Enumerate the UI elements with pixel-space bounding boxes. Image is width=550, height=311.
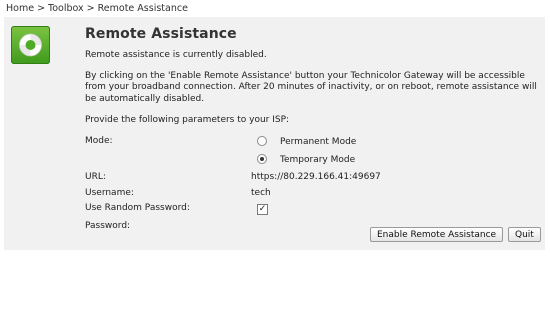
permanent-mode-label: Permanent Mode [280, 136, 357, 147]
url-label: URL: [85, 172, 106, 182]
page-title: Remote Assistance [85, 26, 237, 42]
random-password-label: Use Random Password: [85, 203, 190, 213]
password-label: Password: [85, 221, 131, 231]
breadcrumb-home[interactable]: Home [6, 3, 34, 14]
temporary-mode-label: Temporary Mode [280, 154, 356, 165]
mode-label: Mode: [85, 136, 113, 146]
enable-remote-assistance-button[interactable]: Enable Remote Assistance [370, 227, 504, 242]
breadcrumb-separator: > [86, 3, 95, 14]
username-label: Username: [85, 188, 134, 198]
url-value: https://80.229.166.41:49697 [251, 172, 381, 182]
instructions-text: Provide the following parameters to your… [85, 115, 290, 125]
remote-assistance-panel: Remote Assistance Remote assistance is c… [4, 17, 545, 250]
quit-button[interactable]: Quit [508, 227, 541, 242]
temporary-mode-radio[interactable] [257, 154, 267, 164]
username-value: tech [251, 188, 271, 198]
breadcrumb-toolbox[interactable]: Toolbox [48, 3, 84, 14]
status-text: Remote assistance is currently disabled. [85, 50, 267, 60]
lifebuoy-icon [11, 26, 50, 64]
breadcrumb: Home > Toolbox > Remote Assistance [6, 3, 188, 14]
random-password-checkbox-wrap[interactable]: ✓ [257, 204, 268, 215]
mode-option-temporary[interactable]: Temporary Mode [257, 154, 355, 165]
mode-option-permanent[interactable]: Permanent Mode [257, 136, 356, 147]
content-area: Remote Assistance Remote assistance is c… [85, 26, 537, 231]
permanent-mode-radio[interactable] [257, 136, 267, 146]
random-password-checkbox[interactable]: ✓ [257, 204, 268, 215]
breadcrumb-separator: > [37, 3, 46, 14]
description-text: By clicking on the 'Enable Remote Assist… [85, 70, 537, 104]
breadcrumb-current: Remote Assistance [97, 3, 188, 14]
